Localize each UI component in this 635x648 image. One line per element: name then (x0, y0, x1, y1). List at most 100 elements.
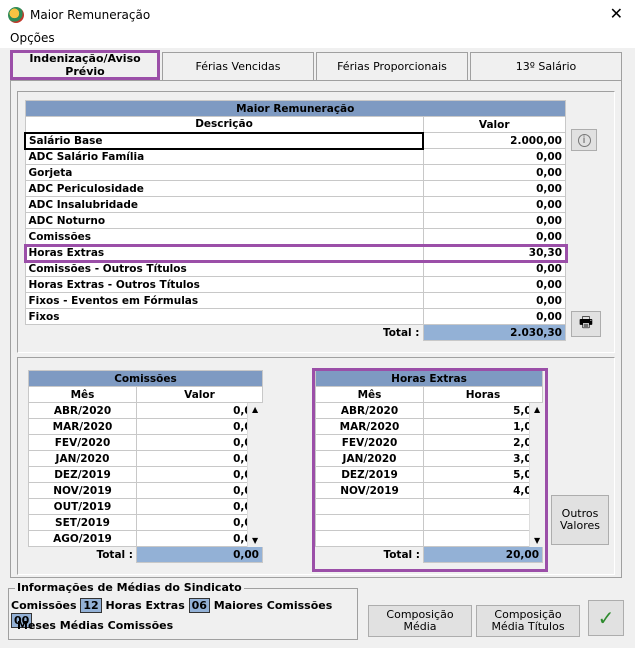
table-row[interactable]: ADC Periculosidade 0,00 (24, 180, 566, 197)
close-icon[interactable]: ✕ (610, 4, 623, 23)
row-value: 0,00 (136, 418, 263, 435)
tab-strip: Indenização/Aviso Prévio Férias Vencidas… (10, 50, 622, 80)
menu-bar: Opções (0, 30, 635, 48)
table-row[interactable]: OUT/20190,00 (28, 498, 263, 515)
table-row[interactable]: Gorjeta 0,00 (24, 164, 566, 181)
window-title: Maior Remuneração (30, 8, 151, 22)
table-row[interactable]: ABR/20200,00 (28, 402, 263, 419)
col-header-mes: Mês (28, 386, 137, 403)
info-icon: i (577, 133, 591, 147)
maior-remuneracao-table: Maior Remuneração Descrição Valor Salári… (24, 100, 566, 341)
col-header-valor: Valor (422, 116, 566, 133)
row-label: Fixos (24, 308, 424, 325)
row-value: 0,00 (422, 292, 566, 309)
table-row[interactable]: ADC Noturno 0,00 (24, 212, 566, 229)
table-row[interactable]: Fixos 0,00 (24, 308, 566, 325)
print-button[interactable]: 🖶 (571, 311, 601, 337)
table-row[interactable]: ABR/2020 5,00 (315, 402, 543, 419)
tab-ferias-proporcionais[interactable]: Férias Proporcionais (316, 52, 468, 80)
app-icon (8, 7, 24, 23)
table-row[interactable]: Salário Base 2.000,00 (24, 131, 566, 150)
row-value: 5,00 (423, 466, 543, 483)
table-row[interactable]: FEV/2020 2,00 (315, 434, 543, 451)
menu-options[interactable]: Opções (10, 31, 55, 45)
comissoes-scrollbar[interactable]: ▲ ▼ (247, 403, 264, 547)
table-row[interactable]: NOV/2019 4,00 (315, 482, 543, 499)
row-value: 0,00 (422, 308, 566, 325)
horas-extras-scrollbar[interactable]: ▲ ▼ (529, 403, 546, 547)
table-row[interactable]: SET/20190,00 (28, 514, 263, 531)
row-value: 0,00 (136, 514, 263, 531)
table-title: Maior Remuneração (24, 100, 566, 117)
composicao-media-titulos-button[interactable]: Composição Média Títulos (476, 605, 580, 637)
row-label: Gorjeta (24, 164, 424, 181)
table-row[interactable]: NOV/20190,00 (28, 482, 263, 499)
total-label: Total : (25, 324, 423, 341)
row-label: Horas Extras (24, 244, 424, 261)
col-header-mes: Mês (315, 386, 424, 403)
row-label: Salário Base (24, 131, 424, 150)
tab-13-salario[interactable]: 13º Salário (470, 52, 622, 80)
row-label: ADC Periculosidade (24, 180, 424, 197)
table-row[interactable]: AGO/20190,00 (28, 530, 263, 547)
row-value (423, 514, 543, 531)
row-label: Comissões (24, 228, 424, 245)
table-row[interactable] (315, 530, 543, 547)
row-label: ABR/2020 (315, 402, 424, 419)
scroll-up-icon[interactable]: ▲ (534, 405, 540, 414)
title-bar: Maior Remuneração ✕ (0, 0, 635, 30)
row-label: Horas Extras - Outros Títulos (24, 276, 424, 293)
comissoes-label: Comissões (11, 599, 77, 612)
table-row[interactable]: JAN/20200,00 (28, 450, 263, 467)
row-label (315, 530, 424, 547)
tab-indenizacao[interactable]: Indenização/Aviso Prévio (10, 50, 160, 80)
sindicato-title: Informações de Médias do Sindicato (15, 581, 244, 594)
row-label: JAN/2020 (315, 450, 424, 467)
table-row[interactable]: MAR/2020 1,00 (315, 418, 543, 435)
row-label: AGO/2019 (28, 530, 137, 547)
composicao-media-button[interactable]: Composição Média (368, 605, 472, 637)
table-row[interactable]: DEZ/2019 5,00 (315, 466, 543, 483)
row-value: 0,00 (136, 482, 263, 499)
table-row[interactable]: JAN/2020 3,00 (315, 450, 543, 467)
row-label: JAN/2020 (28, 450, 137, 467)
table-row[interactable]: MAR/20200,00 (28, 418, 263, 435)
horas-extras-label: Horas Extras (105, 599, 185, 612)
table-row[interactable]: ADC Insalubridade 0,00 (24, 196, 566, 213)
row-label: NOV/2019 (315, 482, 424, 499)
info-button[interactable]: i (571, 129, 597, 151)
scroll-up-icon[interactable]: ▲ (252, 405, 258, 414)
table-row[interactable]: Comissões 0,00 (24, 228, 566, 245)
meses-medias-label: Meses Médias Comissões (17, 619, 174, 632)
comissoes-count[interactable]: 12 (80, 598, 102, 613)
row-value: 0,00 (422, 148, 566, 165)
table-row[interactable]: Horas Extras - Outros Títulos 0,00 (24, 276, 566, 293)
row-label: ADC Salário Família (24, 148, 424, 165)
row-label: MAR/2020 (28, 418, 137, 435)
row-value: 0,00 (422, 260, 566, 277)
row-value: 30,30 (422, 244, 566, 261)
row-value: 0,00 (422, 196, 566, 213)
table-row[interactable]: Horas Extras 30,30 (24, 244, 566, 261)
table-row[interactable]: Comissões - Outros Títulos 0,00 (24, 260, 566, 277)
row-label (315, 514, 424, 531)
row-label: NOV/2019 (28, 482, 137, 499)
table-row[interactable]: DEZ/20190,00 (28, 466, 263, 483)
row-value: 0,00 (422, 180, 566, 197)
scroll-down-icon[interactable]: ▼ (252, 536, 258, 545)
table-row[interactable]: Fixos - Eventos em Fórmulas 0,00 (24, 292, 566, 309)
row-value: 0,00 (136, 402, 263, 419)
table-row[interactable]: ADC Salário Família 0,00 (24, 148, 566, 165)
confirm-button[interactable]: ✓ (588, 600, 624, 636)
row-label: DEZ/2019 (315, 466, 424, 483)
table-row[interactable] (315, 514, 543, 531)
horas-extras-count[interactable]: 06 (188, 598, 210, 613)
outros-valores-button[interactable]: Outros Valores (551, 495, 609, 545)
row-value: 0,00 (136, 498, 263, 515)
table-row[interactable]: FEV/20200,00 (28, 434, 263, 451)
table-row[interactable] (315, 498, 543, 515)
comissoes-title: Comissões (28, 370, 263, 387)
tab-ferias-vencidas[interactable]: Férias Vencidas (162, 52, 314, 80)
row-label (315, 498, 424, 515)
scroll-down-icon[interactable]: ▼ (534, 536, 540, 545)
